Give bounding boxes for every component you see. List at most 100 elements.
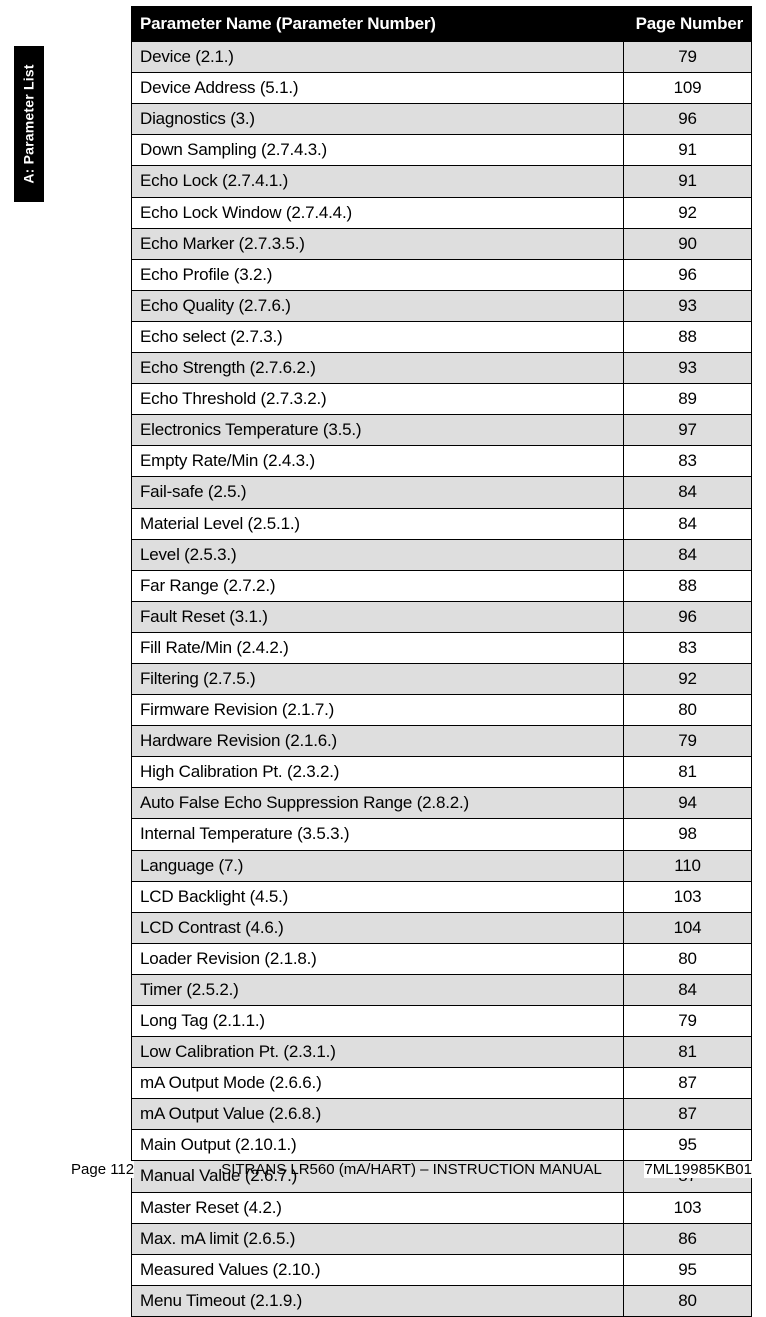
table-row: Echo Profile (3.2.)96	[132, 259, 752, 290]
table-row: mA Output Value (2.6.8.)87	[132, 1099, 752, 1130]
cell-page-number: 94	[624, 788, 752, 819]
cell-page-number: 80	[624, 695, 752, 726]
cell-page-number: 86	[624, 1223, 752, 1254]
cell-page-number: 92	[624, 197, 752, 228]
cell-page-number: 80	[624, 1285, 752, 1316]
cell-parameter-name: Echo Quality (2.7.6.)	[132, 290, 624, 321]
table-row: Internal Temperature (3.5.3.)98	[132, 819, 752, 850]
cell-parameter-name: Diagnostics (3.)	[132, 104, 624, 135]
cell-parameter-name: Filtering (2.7.5.)	[132, 663, 624, 694]
cell-page-number: 103	[624, 1192, 752, 1223]
table-row: Device Address (5.1.)109	[132, 73, 752, 104]
cell-parameter-name: mA Output Mode (2.6.6.)	[132, 1068, 624, 1099]
cell-page-number: 80	[624, 943, 752, 974]
cell-page-number: 88	[624, 570, 752, 601]
table-row: LCD Contrast (4.6.)104	[132, 912, 752, 943]
cell-parameter-name: Low Calibration Pt. (2.3.1.)	[132, 1037, 624, 1068]
cell-parameter-name: Main Output (2.10.1.)	[132, 1130, 624, 1161]
cell-parameter-name: Loader Revision (2.1.8.)	[132, 943, 624, 974]
table-row: High Calibration Pt. (2.3.2.)81	[132, 757, 752, 788]
table-row: Language (7.)110	[132, 850, 752, 881]
cell-parameter-name: Electronics Temperature (3.5.)	[132, 415, 624, 446]
cell-page-number: 92	[624, 663, 752, 694]
cell-parameter-name: Firmware Revision (2.1.7.)	[132, 695, 624, 726]
cell-page-number: 87	[624, 1068, 752, 1099]
table-row: Echo select (2.7.3.)88	[132, 321, 752, 352]
table-row: Menu Timeout (2.1.9.)80	[132, 1285, 752, 1316]
cell-page-number: 97	[624, 415, 752, 446]
cell-parameter-name: Timer (2.5.2.)	[132, 974, 624, 1005]
table-row: mA Output Mode (2.6.6.)87	[132, 1068, 752, 1099]
cell-page-number: 93	[624, 290, 752, 321]
table-row: Max. mA limit (2.6.5.)86	[132, 1223, 752, 1254]
table-row: Far Range (2.7.2.)88	[132, 570, 752, 601]
cell-parameter-name: High Calibration Pt. (2.3.2.)	[132, 757, 624, 788]
table-row: Diagnostics (3.)96	[132, 104, 752, 135]
cell-page-number: 79	[624, 726, 752, 757]
table-row: Master Reset (4.2.)103	[132, 1192, 752, 1223]
table-row: Main Output (2.10.1.)95	[132, 1130, 752, 1161]
side-tab: A: Parameter List	[14, 46, 44, 202]
parameter-table: Parameter Name (Parameter Number) Page N…	[131, 6, 752, 1317]
cell-page-number: 84	[624, 974, 752, 1005]
cell-page-number: 91	[624, 135, 752, 166]
cell-page-number: 84	[624, 508, 752, 539]
table-row: Firmware Revision (2.1.7.)80	[132, 695, 752, 726]
table-row: Timer (2.5.2.)84	[132, 974, 752, 1005]
cell-parameter-name: Level (2.5.3.)	[132, 539, 624, 570]
table-row: Filtering (2.7.5.)92	[132, 663, 752, 694]
cell-parameter-name: Echo Threshold (2.7.3.2.)	[132, 384, 624, 415]
cell-page-number: 110	[624, 850, 752, 881]
footer-page-number: Page 112	[71, 1161, 134, 1178]
table-row: LCD Backlight (4.5.)103	[132, 881, 752, 912]
cell-parameter-name: Echo Lock (2.7.4.1.)	[132, 166, 624, 197]
table-row: Auto False Echo Suppression Range (2.8.2…	[132, 788, 752, 819]
table-row: Echo Marker (2.7.3.5.)90	[132, 228, 752, 259]
cell-parameter-name: Long Tag (2.1.1.)	[132, 1006, 624, 1037]
cell-page-number: 95	[624, 1130, 752, 1161]
cell-page-number: 81	[624, 757, 752, 788]
cell-page-number: 96	[624, 259, 752, 290]
cell-parameter-name: Echo Profile (3.2.)	[132, 259, 624, 290]
table-row: Fault Reset (3.1.)96	[132, 601, 752, 632]
cell-page-number: 104	[624, 912, 752, 943]
cell-parameter-name: Hardware Revision (2.1.6.)	[132, 726, 624, 757]
cell-parameter-name: Far Range (2.7.2.)	[132, 570, 624, 601]
cell-page-number: 79	[624, 42, 752, 73]
table-row: Echo Threshold (2.7.3.2.)89	[132, 384, 752, 415]
cell-page-number: 81	[624, 1037, 752, 1068]
table-row: Low Calibration Pt. (2.3.1.)81	[132, 1037, 752, 1068]
cell-parameter-name: Internal Temperature (3.5.3.)	[132, 819, 624, 850]
table-row: Echo Lock Window (2.7.4.4.)92	[132, 197, 752, 228]
cell-parameter-name: Measured Values (2.10.)	[132, 1254, 624, 1285]
cell-parameter-name: Empty Rate/Min (2.4.3.)	[132, 446, 624, 477]
table-row: Material Level (2.5.1.)84	[132, 508, 752, 539]
table-row: Fill Rate/Min (2.4.2.)83	[132, 632, 752, 663]
table-row: Down Sampling (2.7.4.3.)91	[132, 135, 752, 166]
cell-parameter-name: Device (2.1.)	[132, 42, 624, 73]
table-row: Empty Rate/Min (2.4.3.)83	[132, 446, 752, 477]
cell-parameter-name: Echo Lock Window (2.7.4.4.)	[132, 197, 624, 228]
cell-parameter-name: Echo Marker (2.7.3.5.)	[132, 228, 624, 259]
cell-page-number: 83	[624, 446, 752, 477]
table-row: Fail-safe (2.5.)84	[132, 477, 752, 508]
cell-page-number: 87	[624, 1099, 752, 1130]
cell-parameter-name: Echo Strength (2.7.6.2.)	[132, 353, 624, 384]
cell-page-number: 103	[624, 881, 752, 912]
cell-page-number: 96	[624, 104, 752, 135]
cell-page-number: 93	[624, 353, 752, 384]
col-header-name: Parameter Name (Parameter Number)	[132, 7, 624, 42]
table-row: Loader Revision (2.1.8.)80	[132, 943, 752, 974]
cell-parameter-name: Device Address (5.1.)	[132, 73, 624, 104]
cell-parameter-name: Fail-safe (2.5.)	[132, 477, 624, 508]
table-header-row: Parameter Name (Parameter Number) Page N…	[132, 7, 752, 42]
table-row: Echo Strength (2.7.6.2.)93	[132, 353, 752, 384]
cell-parameter-name: Menu Timeout (2.1.9.)	[132, 1285, 624, 1316]
table-row: Measured Values (2.10.)95	[132, 1254, 752, 1285]
col-header-page: Page Number	[624, 7, 752, 42]
cell-page-number: 79	[624, 1006, 752, 1037]
cell-page-number: 88	[624, 321, 752, 352]
table-row: Device (2.1.)79	[132, 42, 752, 73]
cell-parameter-name: Down Sampling (2.7.4.3.)	[132, 135, 624, 166]
cell-parameter-name: mA Output Value (2.6.8.)	[132, 1099, 624, 1130]
